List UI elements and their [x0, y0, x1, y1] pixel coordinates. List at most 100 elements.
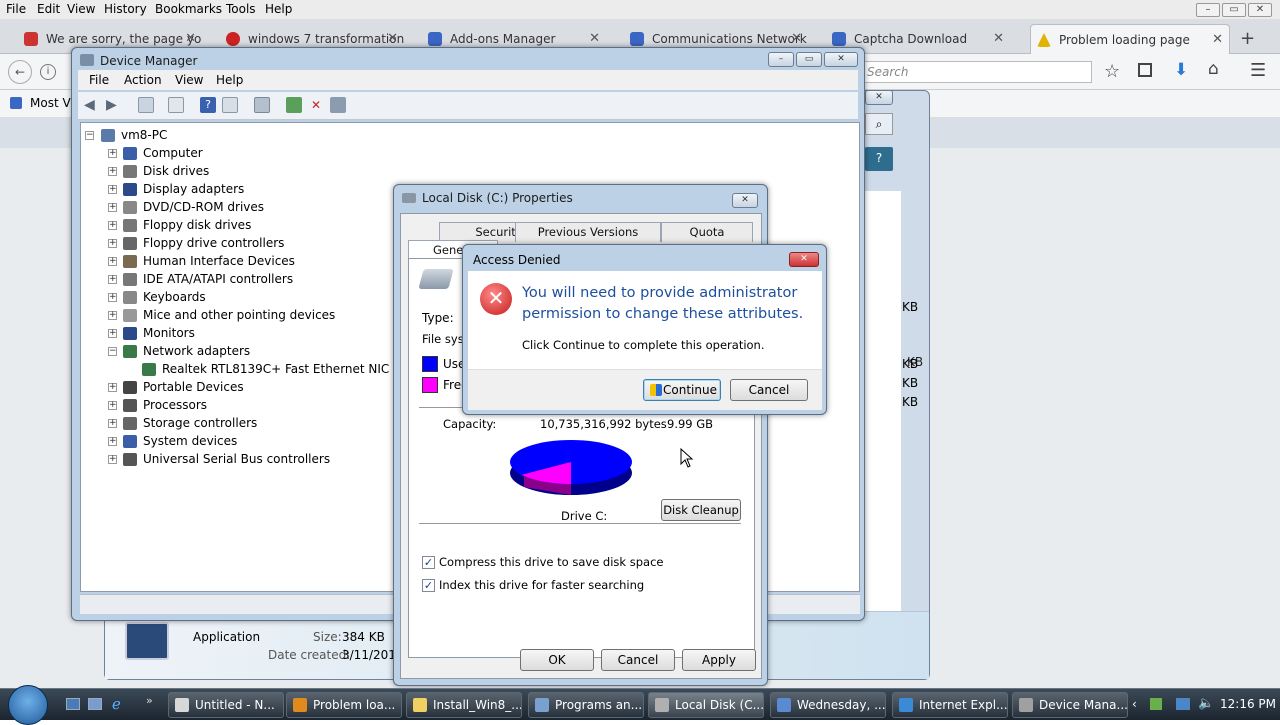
- search-icon[interactable]: ⌕: [865, 113, 893, 135]
- close-tab-icon[interactable]: ✕: [387, 31, 398, 46]
- expand-icon[interactable]: +: [108, 455, 117, 464]
- taskbar-button[interactable]: Device Mana...: [1012, 692, 1128, 718]
- tab-quota[interactable]: Quota: [661, 222, 753, 242]
- scan-hardware-icon[interactable]: [254, 97, 270, 113]
- tree-item-label: Network adapters: [143, 344, 251, 358]
- expand-icon[interactable]: +: [108, 167, 117, 176]
- new-tab-icon[interactable]: +: [1240, 28, 1255, 49]
- expand-icon[interactable]: +: [108, 311, 117, 320]
- taskbar-button[interactable]: Internet Expl...: [892, 692, 1008, 718]
- cancel-button[interactable]: Cancel: [601, 649, 675, 671]
- expand-icon[interactable]: +: [108, 203, 117, 212]
- expand-icon[interactable]: +: [108, 329, 117, 338]
- tree-item-label: Floppy drive controllers: [143, 236, 285, 250]
- back-icon[interactable]: ←: [8, 60, 32, 84]
- maximize-icon[interactable]: ▭: [796, 52, 822, 67]
- properties-icon[interactable]: [168, 97, 184, 113]
- expand-icon[interactable]: +: [108, 239, 117, 248]
- menu-file[interactable]: File: [6, 2, 26, 16]
- menu-help[interactable]: Help: [265, 2, 292, 16]
- menu-tools[interactable]: Tools: [226, 2, 256, 16]
- volume-icon[interactable]: 🔈: [1198, 696, 1214, 711]
- download-icon[interactable]: ⬇: [1174, 60, 1188, 80]
- close-icon[interactable]: ✕: [865, 90, 893, 105]
- view-icon[interactable]: [222, 97, 238, 113]
- taskbar-button-label: Wednesday, ...: [797, 698, 886, 712]
- expand-icon[interactable]: +: [108, 401, 117, 410]
- expand-icon[interactable]: +: [108, 221, 117, 230]
- network-icon[interactable]: [1176, 698, 1190, 710]
- expand-icon[interactable]: +: [108, 257, 117, 266]
- close-tab-icon[interactable]: ✕: [993, 31, 1004, 46]
- index-checkbox[interactable]: ✓: [422, 579, 435, 592]
- close-tab-icon[interactable]: ✕: [1212, 32, 1223, 47]
- taskbar-button[interactable]: Untitled - N...: [168, 692, 284, 718]
- close-tab-icon[interactable]: ✕: [791, 31, 802, 46]
- search-input[interactable]: Search: [862, 61, 1092, 83]
- menu-bookmarks[interactable]: Bookmarks: [155, 2, 222, 16]
- expand-icon[interactable]: +: [108, 293, 117, 302]
- menu-view[interactable]: View: [67, 2, 95, 16]
- tray-app-icon[interactable]: [1150, 698, 1162, 710]
- tab-previous-versions[interactable]: Previous Versions: [515, 222, 661, 242]
- switch-windows-icon[interactable]: [88, 698, 102, 710]
- menu-view[interactable]: View: [175, 73, 203, 87]
- cancel-button[interactable]: Cancel: [730, 379, 808, 401]
- close-tab-icon[interactable]: ✕: [185, 31, 196, 46]
- bookmark-star-icon[interactable]: ☆: [1104, 61, 1120, 82]
- info-icon[interactable]: i: [40, 64, 56, 80]
- start-button[interactable]: [8, 685, 48, 725]
- restore-icon[interactable]: ▭: [1222, 3, 1246, 17]
- quicklaunch-more-icon[interactable]: »: [146, 694, 153, 707]
- collapse-icon[interactable]: −: [85, 131, 94, 140]
- menu-action[interactable]: Action: [124, 73, 162, 87]
- collapse-icon[interactable]: −: [108, 347, 117, 356]
- close-icon[interactable]: ✕: [824, 52, 858, 67]
- expand-icon[interactable]: +: [108, 383, 117, 392]
- browser-tab-active[interactable]: Problem loading page ✕: [1030, 24, 1230, 54]
- continue-button[interactable]: Continue: [643, 379, 721, 401]
- disable-device-icon[interactable]: [330, 97, 346, 113]
- internet-explorer-icon[interactable]: ℯ: [112, 695, 121, 713]
- taskbar-button[interactable]: Problem loa...: [286, 692, 402, 718]
- menu-history[interactable]: History: [104, 2, 147, 16]
- device-icon: [123, 147, 137, 160]
- help-icon[interactable]: ?: [200, 97, 216, 113]
- uninstall-icon[interactable]: ✕: [308, 97, 324, 113]
- close-icon[interactable]: ✕: [789, 252, 819, 267]
- menu-edit[interactable]: Edit: [37, 2, 60, 16]
- clock[interactable]: 12:16 PM: [1220, 697, 1276, 711]
- expand-icon[interactable]: +: [108, 419, 117, 428]
- minimize-icon[interactable]: –: [1196, 3, 1220, 17]
- menu-help[interactable]: Help: [216, 73, 243, 87]
- expand-icon[interactable]: +: [108, 149, 117, 158]
- compress-checkbox[interactable]: ✓: [422, 556, 435, 569]
- close-icon[interactable]: ✕: [732, 193, 758, 208]
- minimize-icon[interactable]: –: [768, 52, 794, 67]
- ok-button[interactable]: OK: [520, 649, 594, 671]
- taskbar-button[interactable]: Programs an...: [528, 692, 644, 718]
- menu-icon[interactable]: ☰: [1250, 60, 1266, 81]
- home-icon[interactable]: ⌂: [1208, 59, 1219, 79]
- disk-cleanup-button[interactable]: Disk Cleanup: [661, 499, 741, 521]
- bookmarks-list-icon[interactable]: [1138, 63, 1152, 77]
- tray-chevron-icon[interactable]: ‹: [1132, 697, 1137, 711]
- update-driver-icon[interactable]: [286, 97, 302, 113]
- taskbar-button[interactable]: Local Disk (C...: [648, 692, 764, 718]
- access-denied-dialog: Access Denied ✕ ✕ You will need to provi…: [462, 244, 827, 415]
- show-desktop-icon[interactable]: [66, 698, 80, 710]
- close-icon[interactable]: ✕: [1248, 3, 1272, 17]
- expand-icon[interactable]: +: [108, 275, 117, 284]
- bookmark-most-visited[interactable]: Most Vi: [30, 96, 74, 110]
- help-icon[interactable]: ?: [865, 147, 893, 171]
- forward-arrow-icon[interactable]: ▶: [106, 97, 122, 113]
- taskbar-button[interactable]: Wednesday, ...: [770, 692, 886, 718]
- menu-file[interactable]: File: [89, 73, 109, 87]
- apply-button[interactable]: Apply: [682, 649, 756, 671]
- expand-icon[interactable]: +: [108, 437, 117, 446]
- back-arrow-icon[interactable]: ◀: [84, 97, 100, 113]
- taskbar-button[interactable]: Install_Win8_...: [406, 692, 522, 718]
- expand-icon[interactable]: +: [108, 185, 117, 194]
- close-tab-icon[interactable]: ✕: [589, 31, 600, 46]
- show-hide-tree-icon[interactable]: [138, 97, 154, 113]
